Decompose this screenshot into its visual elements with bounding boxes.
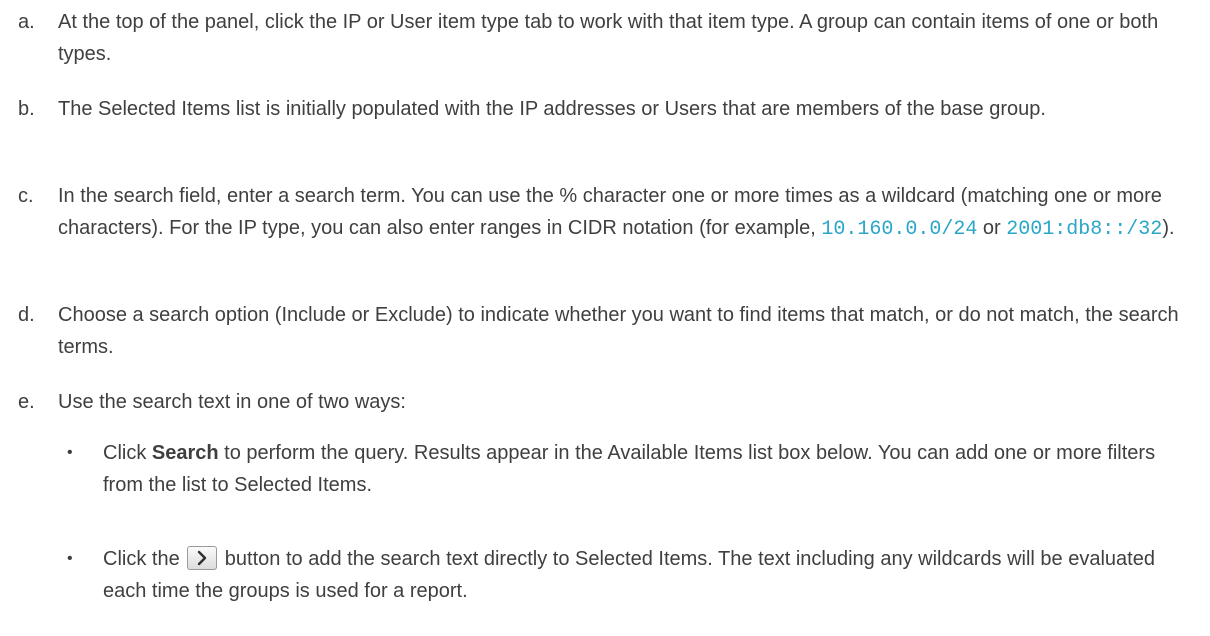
list-item-b: b. The Selected Items list is initially … <box>18 93 1203 125</box>
sub-list-item-text: Click the button to add the search text … <box>103 543 1197 607</box>
list-marker: b. <box>18 98 35 120</box>
list-item-d: d. Choose a search option (Include or Ex… <box>18 299 1203 363</box>
text-segment: Click <box>103 442 152 464</box>
text-segment: button to add the search text directly t… <box>103 548 1155 602</box>
chevron-right-icon <box>187 546 218 570</box>
text-segment: or <box>977 217 1007 239</box>
list-marker: c. <box>18 185 34 207</box>
sub-list-item-add: • Click the button to add the search tex… <box>67 543 1197 607</box>
list-item-a: a. At the top of the panel, click the IP… <box>18 6 1203 70</box>
code-cidr-ipv4: 10.160.0.0/24 <box>821 218 978 241</box>
list-item-text: The Selected Items list is initially pop… <box>58 98 1046 120</box>
code-cidr-ipv6: 2001:db8::/32 <box>1006 218 1163 241</box>
list-item-c: c. In the search field, enter a search t… <box>18 180 1203 246</box>
list-item-e: e. Use the search text in one of two way… <box>18 386 1203 418</box>
list-marker: a. <box>18 11 35 33</box>
list-marker: e. <box>18 391 35 413</box>
list-item-text: Choose a search option (Include or Exclu… <box>58 304 1179 358</box>
search-label: Search <box>151 442 219 464</box>
text-segment: Click the <box>103 548 186 570</box>
text-segment: ). <box>1162 217 1175 239</box>
bullet: • <box>67 444 73 461</box>
sub-list-item-text: Click Search to perform the query. Resul… <box>103 437 1197 501</box>
list-marker: d. <box>18 304 35 326</box>
text-segment: to perform the query. Results appear in … <box>103 442 1156 496</box>
list-item-text: In the search field, enter a search term… <box>58 180 1203 246</box>
bullet: • <box>67 550 73 567</box>
list-item-text: Use the search text in one of two ways: <box>58 391 406 413</box>
list-item-text: At the top of the panel, click the IP or… <box>58 11 1159 65</box>
document-page: a. At the top of the panel, click the IP… <box>0 0 1210 636</box>
sub-list-item-search: • Click Search to perform the query. Res… <box>67 437 1197 501</box>
